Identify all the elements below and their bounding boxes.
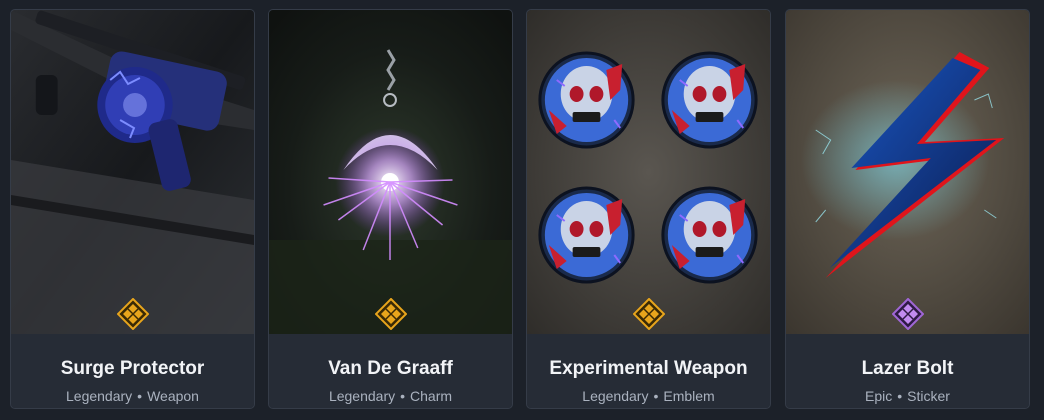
legendary-rarity-icon (116, 298, 149, 330)
item-meta: Legendary • Charm (269, 388, 512, 404)
item-info: Experimental Weapon Legendary • Emblem (527, 334, 770, 408)
item-info: Surge Protector Legendary • Weapon (11, 334, 254, 408)
item-info: Van De Graaff Legendary • Charm (269, 334, 512, 408)
item-card-lazer-bolt[interactable]: Lazer Bolt Epic • Sticker (785, 9, 1030, 409)
item-grid: Surge Protector Legendary • Weapon Van D… (0, 0, 1044, 420)
item-type: Emblem (663, 388, 715, 404)
separator: • (653, 388, 659, 404)
item-card-experimental-weapon[interactable]: Experimental Weapon Legendary • Emblem (526, 9, 771, 409)
lightning-bolt-icon (786, 10, 1029, 334)
item-name: Van De Graaff (328, 358, 453, 379)
assault-rifle-icon (11, 10, 254, 334)
separator: • (137, 388, 143, 404)
item-rarity: Legendary (66, 388, 133, 404)
item-meta: Legendary • Weapon (11, 388, 254, 404)
item-art (11, 10, 254, 334)
item-rarity: Legendary (328, 388, 396, 404)
item-meta: Legendary • Emblem (527, 388, 770, 404)
item-card-surge-protector[interactable]: Surge Protector Legendary • Weapon (10, 9, 255, 409)
item-art (269, 10, 512, 334)
item-card-van-de-graaff[interactable]: Van De Graaff Legendary • Charm (268, 9, 513, 409)
skull-emblem-icon (527, 10, 770, 334)
item-meta: Epic • Sticker (786, 388, 1029, 404)
item-name: Surge Protector (60, 358, 205, 379)
item-rarity: Epic (865, 388, 893, 404)
item-type: Sticker (907, 388, 950, 404)
legendary-rarity-icon (632, 298, 665, 330)
item-info: Lazer Bolt Epic • Sticker (786, 334, 1029, 408)
legendary-rarity-icon (374, 298, 407, 330)
item-art (527, 10, 770, 334)
separator: • (400, 388, 406, 404)
item-type: Charm (410, 388, 453, 404)
item-rarity: Legendary (582, 388, 649, 404)
item-name: Experimental Weapon (549, 358, 748, 379)
epic-rarity-icon (891, 298, 924, 330)
separator: • (897, 388, 903, 404)
plasma-charm-icon (269, 10, 512, 334)
item-name: Lazer Bolt (861, 358, 954, 379)
item-art (786, 10, 1029, 334)
item-type: Weapon (147, 388, 199, 404)
